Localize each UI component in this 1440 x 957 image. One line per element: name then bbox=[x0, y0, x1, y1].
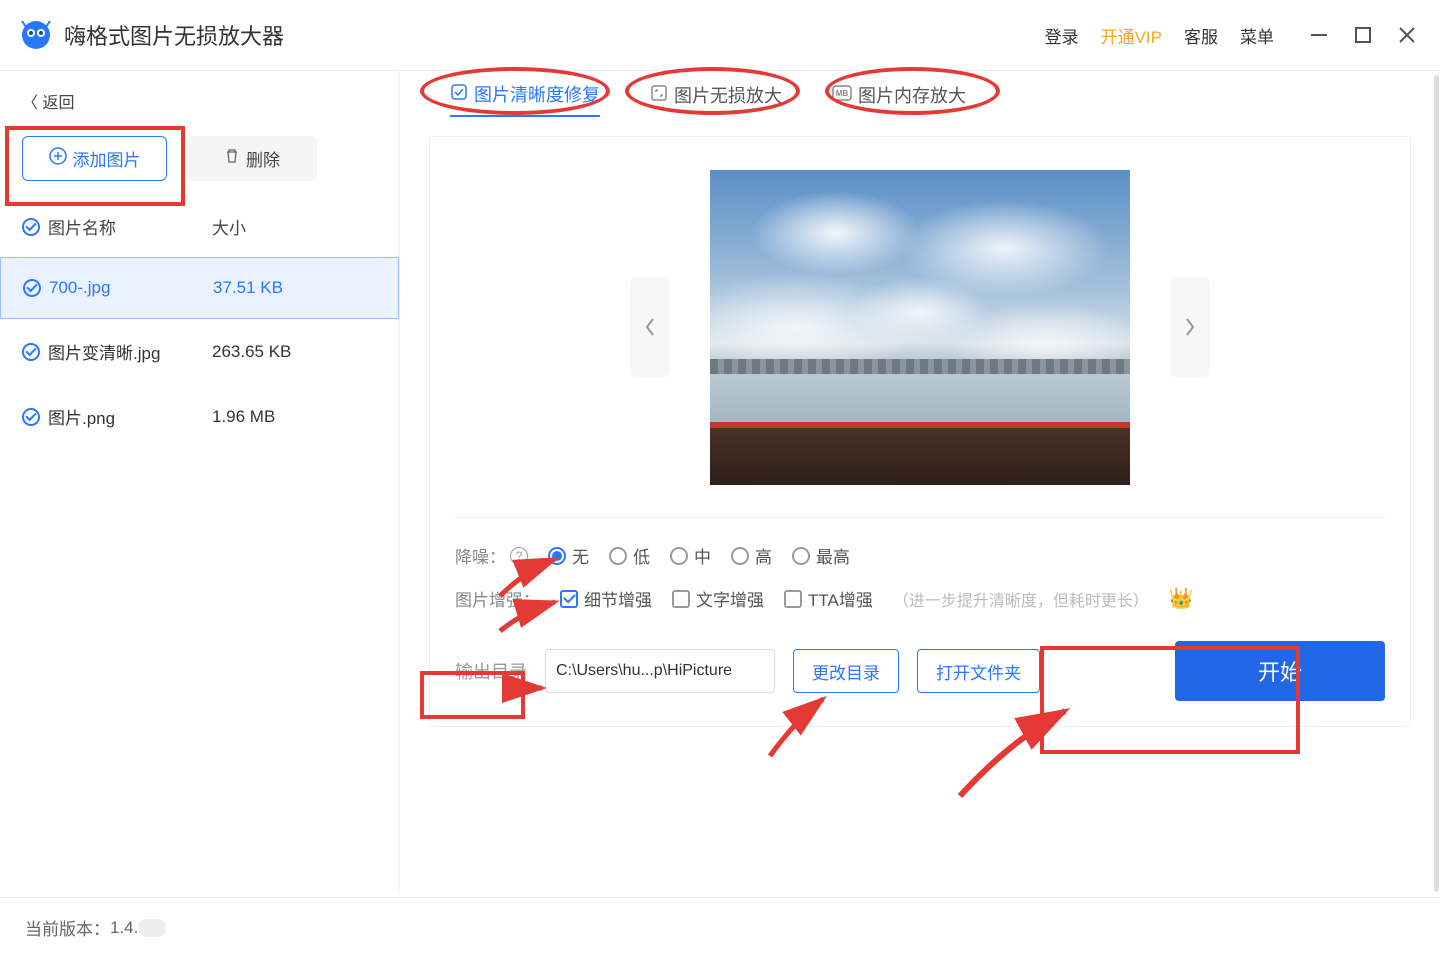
version-label: 当前版本： bbox=[25, 915, 110, 940]
version-number: 1.4. bbox=[110, 918, 138, 938]
output-path-field[interactable]: C:\Users\hu...p\HiPicture bbox=[545, 649, 775, 693]
version-redacted bbox=[138, 919, 166, 937]
radio-label: 最高 bbox=[816, 543, 850, 568]
maximize-icon[interactable] bbox=[1350, 22, 1376, 48]
menu-link[interactable]: 菜单 bbox=[1240, 23, 1274, 48]
tab-label: 图片清晰度修复 bbox=[474, 81, 600, 107]
delete-label: 删除 bbox=[246, 146, 280, 171]
help-icon[interactable]: ? bbox=[510, 547, 528, 565]
crown-icon: 👑 bbox=[1169, 586, 1194, 611]
radio-label: 低 bbox=[633, 543, 650, 568]
prev-image-button[interactable] bbox=[630, 277, 670, 377]
add-image-button[interactable]: 添加图片 bbox=[22, 136, 167, 181]
enhance-detail-checkbox[interactable]: 细节增强 bbox=[560, 586, 652, 611]
file-name: 700-.jpg bbox=[49, 278, 110, 298]
change-dir-button[interactable]: 更改目录 bbox=[793, 649, 899, 693]
trash-icon bbox=[224, 148, 240, 169]
noise-radio-mid[interactable]: 中 bbox=[670, 543, 711, 568]
list-item[interactable]: 图片变清晰.jpg 263.65 KB bbox=[0, 319, 399, 384]
app-title: 嗨格式图片无损放大器 bbox=[64, 19, 284, 51]
start-button[interactable]: 开始 bbox=[1175, 641, 1385, 701]
delete-button[interactable]: 删除 bbox=[187, 136, 317, 181]
check-icon bbox=[23, 279, 41, 297]
file-name: 图片.png bbox=[48, 404, 115, 429]
open-folder-button[interactable]: 打开文件夹 bbox=[917, 649, 1040, 693]
radio-label: 无 bbox=[572, 543, 589, 568]
list-item[interactable]: 700-.jpg 37.51 KB bbox=[0, 257, 399, 319]
scrollbar[interactable] bbox=[1434, 75, 1439, 892]
vip-link[interactable]: 开通VIP bbox=[1101, 23, 1162, 48]
noise-radio-high[interactable]: 高 bbox=[731, 543, 772, 568]
enhance-text-checkbox[interactable]: 文字增强 bbox=[672, 586, 764, 611]
app-logo-icon bbox=[20, 19, 52, 51]
close-icon[interactable] bbox=[1394, 22, 1420, 48]
noise-radio-low[interactable]: 低 bbox=[609, 543, 650, 568]
tab-memory-enlarge[interactable]: MB 图片内存放大 bbox=[832, 81, 966, 117]
tab-label: 图片内存放大 bbox=[858, 82, 966, 108]
col-name-label: 图片名称 bbox=[48, 214, 116, 239]
tab-lossless-enlarge[interactable]: 图片无损放大 bbox=[650, 81, 782, 117]
file-size: 1.96 MB bbox=[212, 407, 275, 427]
col-size-label: 大小 bbox=[212, 214, 246, 239]
mb-icon: MB bbox=[832, 85, 852, 106]
checkbox-label: 文字增强 bbox=[696, 586, 764, 611]
login-link[interactable]: 登录 bbox=[1045, 23, 1079, 48]
enhance-label: 图片增强： bbox=[455, 586, 540, 611]
chevron-left-icon: 〈 bbox=[22, 95, 42, 112]
expand-icon bbox=[650, 84, 668, 107]
minimize-icon[interactable] bbox=[1306, 22, 1332, 48]
noise-label: 降噪：? bbox=[455, 543, 528, 568]
radio-label: 高 bbox=[755, 543, 772, 568]
enhance-hint: （进一步提升清晰度，但耗时更长） bbox=[893, 587, 1149, 611]
back-label: 返回 bbox=[42, 95, 74, 112]
tab-clarity-repair[interactable]: 图片清晰度修复 bbox=[450, 81, 600, 117]
checkbox-label: TTA增强 bbox=[808, 586, 873, 611]
back-button[interactable]: 〈 返回 bbox=[0, 81, 399, 121]
plus-circle-icon bbox=[49, 147, 67, 170]
file-size: 37.51 KB bbox=[213, 278, 283, 298]
output-path-text: C:\Users\hu...p\HiPicture bbox=[556, 662, 732, 680]
output-dir-label: 输出目录 bbox=[455, 658, 527, 684]
checkbox-label: 细节增强 bbox=[584, 586, 652, 611]
file-name: 图片变清晰.jpg bbox=[48, 339, 160, 364]
enhance-tta-checkbox[interactable]: TTA增强 bbox=[784, 586, 873, 611]
list-item[interactable]: 图片.png 1.96 MB bbox=[0, 384, 399, 449]
list-header: 图片名称 大小 bbox=[0, 196, 399, 257]
check-icon bbox=[22, 218, 40, 236]
noise-radio-max[interactable]: 最高 bbox=[792, 543, 850, 568]
radio-label: 中 bbox=[694, 543, 711, 568]
check-icon bbox=[22, 408, 40, 426]
next-image-button[interactable] bbox=[1170, 277, 1210, 377]
noise-radio-none[interactable]: 无 bbox=[548, 543, 589, 568]
sparkle-icon bbox=[450, 83, 468, 106]
support-link[interactable]: 客服 bbox=[1184, 23, 1218, 48]
file-size: 263.65 KB bbox=[212, 342, 291, 362]
tab-label: 图片无损放大 bbox=[674, 82, 782, 108]
preview-image bbox=[710, 170, 1130, 485]
svg-text:MB: MB bbox=[836, 89, 849, 98]
add-image-label: 添加图片 bbox=[73, 146, 141, 171]
check-icon bbox=[22, 343, 40, 361]
